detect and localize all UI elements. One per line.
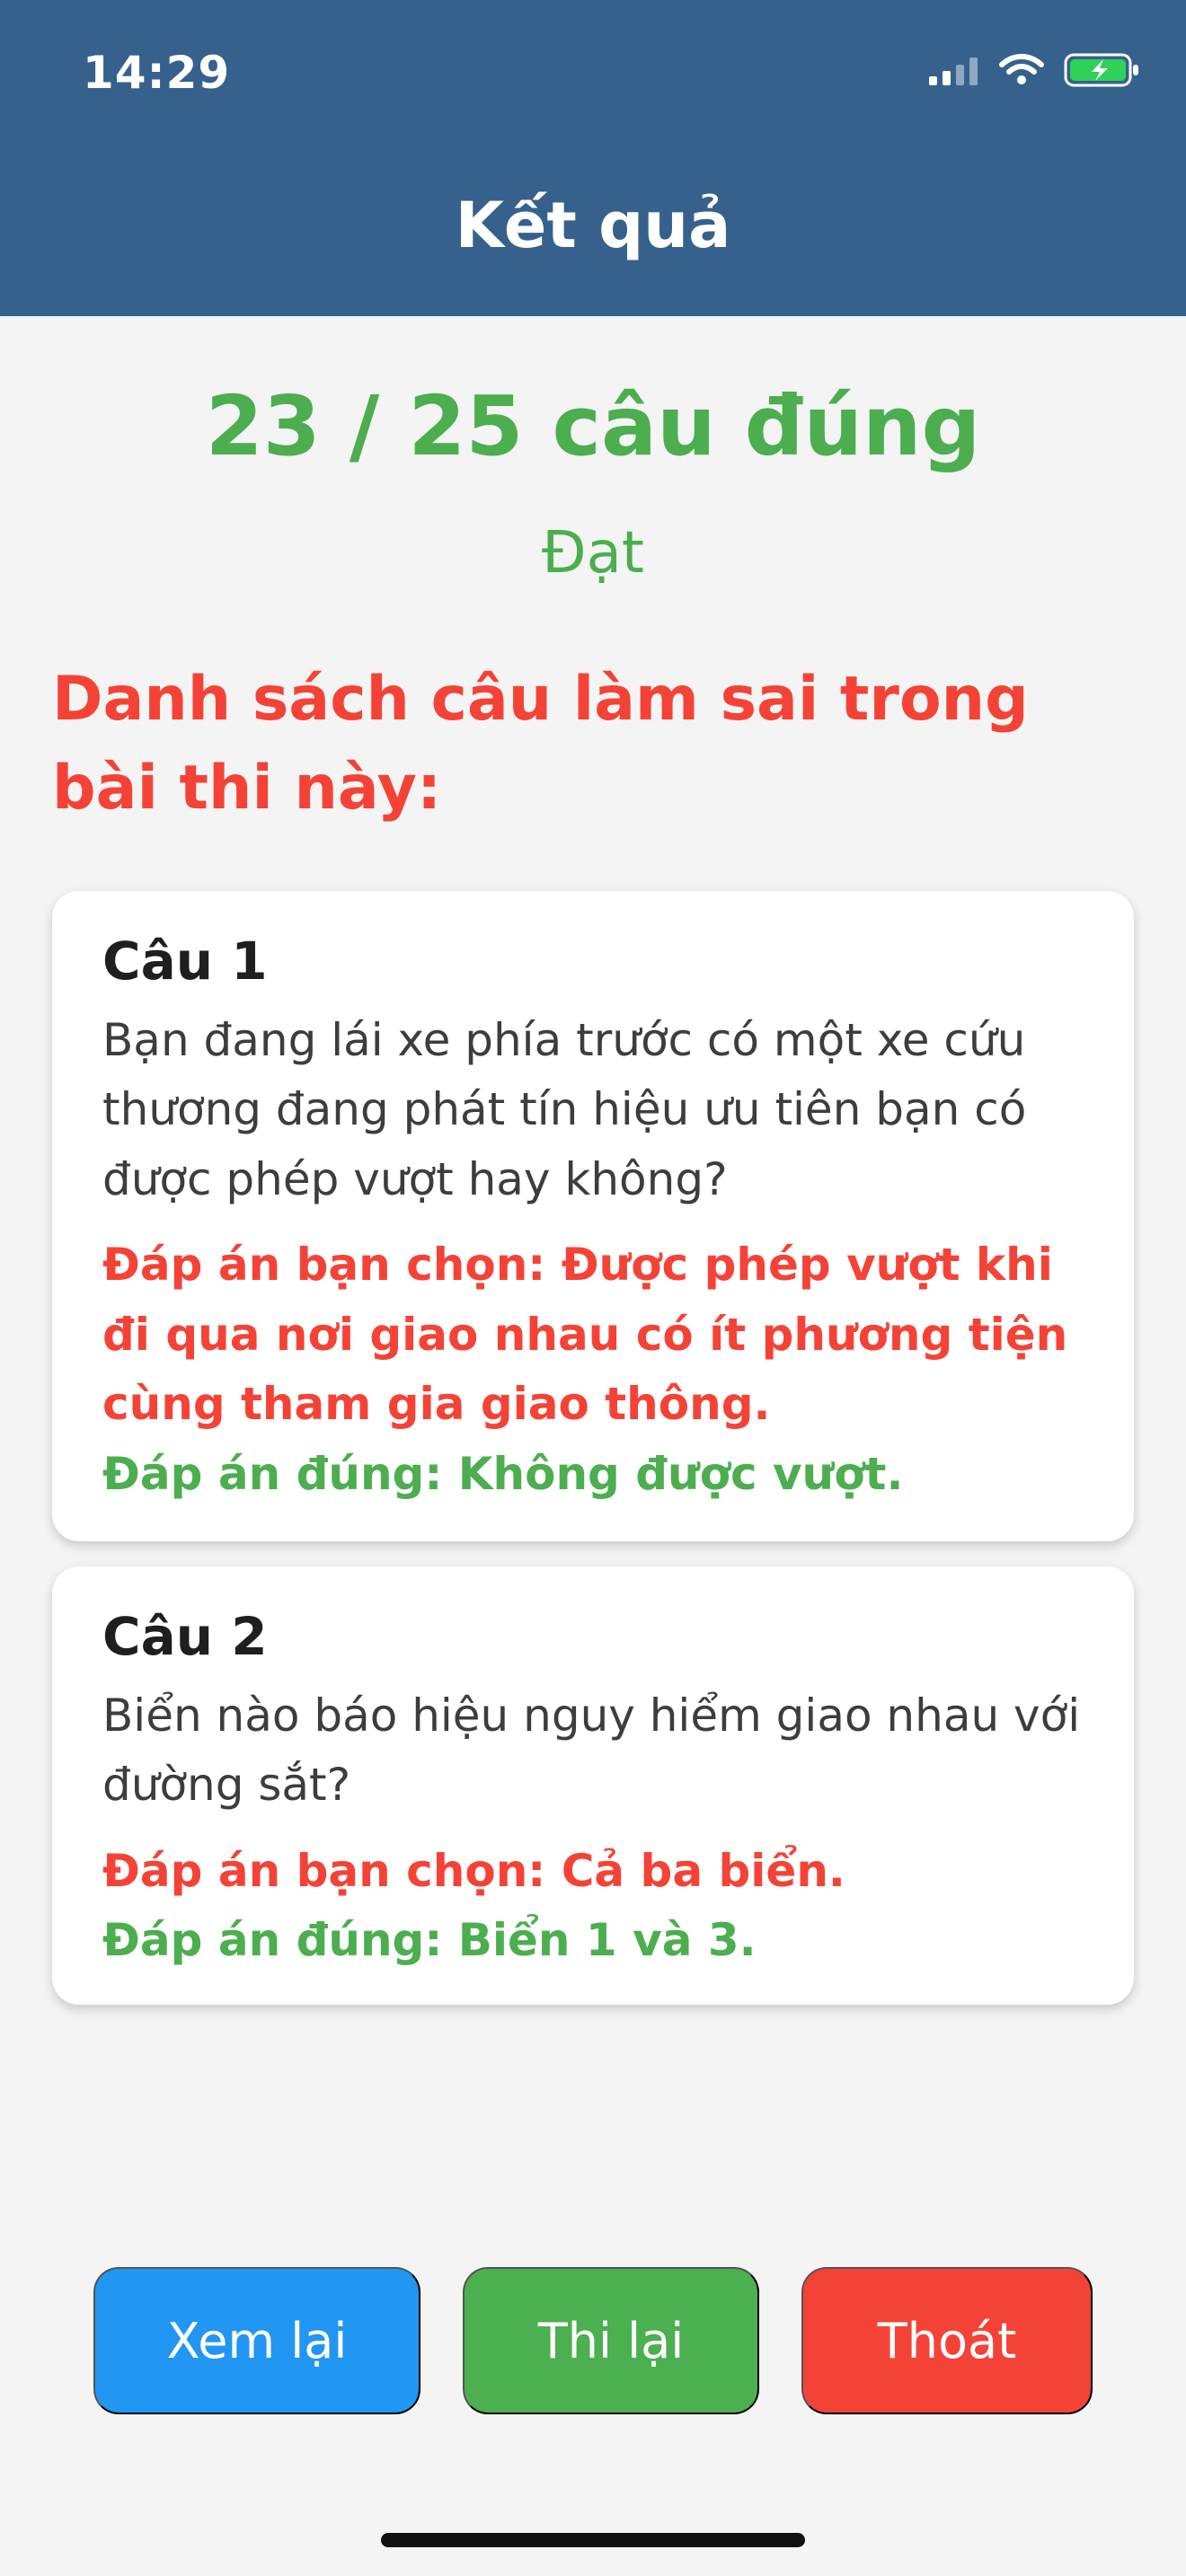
correct-answer: Đáp án đúng: Không được vượt. (102, 1447, 904, 1500)
pass-status: Đạt (542, 520, 644, 587)
question-text: Biển nào báo hiệu nguy hiểm giao nhau vớ… (102, 1689, 1081, 1812)
wifi-icon (999, 54, 1044, 90)
review-button[interactable]: Xem lại (93, 2267, 420, 2414)
app-header: 14:29 Kết quả (0, 0, 1186, 316)
score-text: 23 / 25 câu đúng (205, 378, 981, 474)
status-bar-icons (929, 52, 1141, 92)
chosen-answer: Đáp án bạn chọn: Cả ba biển. (102, 1844, 845, 1897)
exit-button[interactable]: Thoát (801, 2267, 1093, 2414)
retake-button[interactable]: Thi lại (463, 2267, 759, 2414)
wrong-question-card-1: Câu 1 Bạn đang lái xe phía trước có một … (52, 891, 1134, 1541)
home-indicator[interactable] (381, 2533, 805, 2547)
result-actions: Xem lại Thi lại Thoát (0, 2267, 1186, 2414)
question-title: Câu 1 (102, 931, 268, 992)
chosen-answer: Đáp án bạn chọn: Được phép vượt khi đi q… (102, 1239, 1068, 1431)
correct-answer: Đáp án đúng: Biển 1 và 3. (102, 1914, 757, 1967)
question-title: Câu 2 (102, 1606, 268, 1667)
battery-charging-icon (1064, 52, 1141, 92)
question-text: Bạn đang lái xe phía trước có một xe cứu… (102, 1013, 1027, 1205)
wrong-question-card-2: Câu 2 Biển nào báo hiệu nguy hiểm giao n… (52, 1566, 1134, 2005)
wrong-list-heading: Danh sách câu làm sai trong bài thi này: (52, 664, 1029, 824)
page-title: Kết quả (455, 189, 731, 262)
status-bar-time: 14:29 (83, 47, 231, 99)
signal-icon (929, 55, 979, 89)
